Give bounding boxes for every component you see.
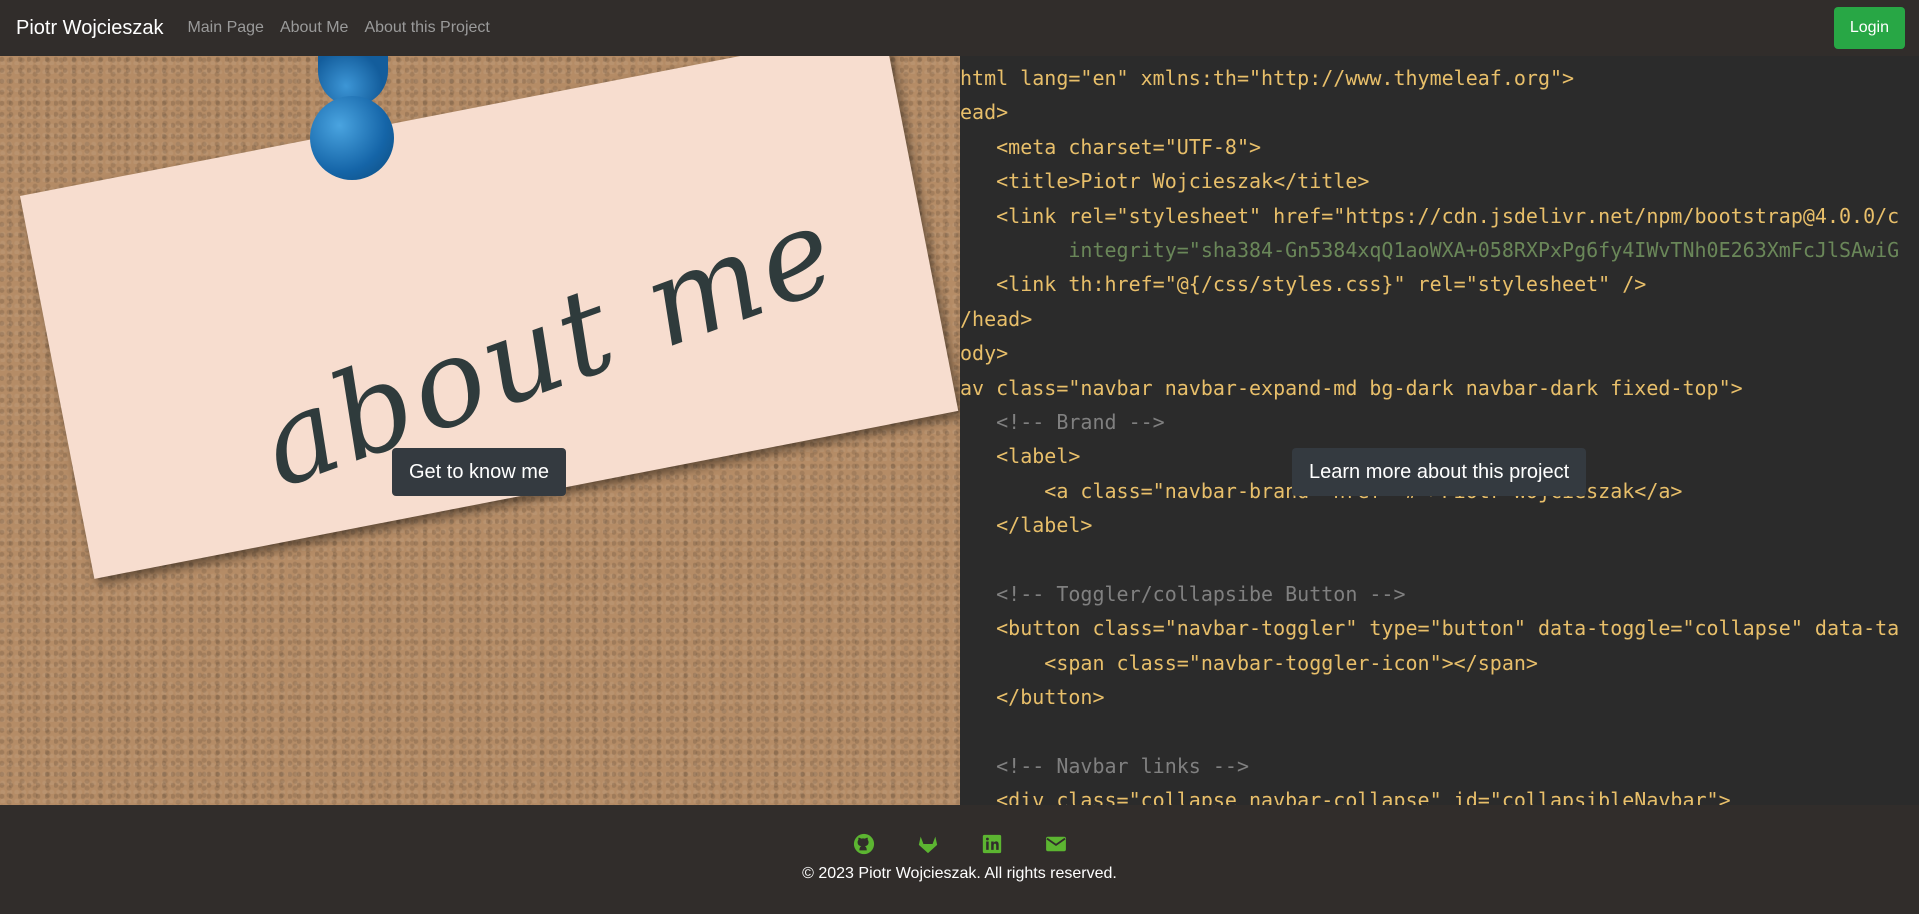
- code-line: /head>: [960, 306, 1033, 331]
- linkedin-icon[interactable]: [980, 832, 1004, 856]
- code-line: <!-- Navbar links -->: [960, 754, 1249, 778]
- login-button[interactable]: Login: [1833, 7, 1905, 49]
- code-line: html lang="en" xmlns:th="http://www.thym…: [960, 66, 1575, 90]
- code-line: ody>: [960, 341, 1009, 366]
- code-line: <title>Piotr Wojcieszak</title>: [960, 169, 1370, 194]
- social-links: [0, 832, 1919, 856]
- navbar-brand[interactable]: Piotr Wojcieszak: [16, 17, 163, 40]
- about-me-hero: about me Get to know me: [0, 56, 960, 805]
- code-line: av class="navbar navbar-expand-md bg-dar…: [960, 375, 1743, 400]
- code-line: <label>: [960, 444, 1081, 469]
- code-line: integrity="sha384-Gn5384xqQ1aoWXA+058RXP…: [960, 238, 1900, 262]
- code-line: ead>: [960, 100, 1009, 125]
- get-to-know-me-button[interactable]: Get to know me: [392, 448, 567, 496]
- project-code-hero: html lang="en" xmlns:th="http://www.thym…: [960, 56, 1919, 805]
- code-line: <meta charset="UTF-8">: [960, 134, 1262, 159]
- nav-link-about-project[interactable]: About this Project: [364, 19, 489, 37]
- copyright-text: © 2023 Piotr Wojcieszak. All rights rese…: [802, 865, 1117, 882]
- code-line: </button>: [960, 685, 1105, 710]
- github-icon[interactable]: [852, 832, 876, 856]
- code-line: <!-- Toggler/collapsibe Button -->: [960, 582, 1406, 606]
- gitlab-icon[interactable]: [916, 832, 940, 856]
- code-line: <link th:href="@{/css/styles.css}" rel="…: [960, 272, 1647, 297]
- nav-link-main-page[interactable]: Main Page: [187, 19, 264, 37]
- learn-more-project-button[interactable]: Learn more about this project: [1292, 448, 1587, 496]
- code-line: <link rel="stylesheet" href="https://cdn…: [960, 203, 1900, 228]
- paper-note: about me: [20, 56, 959, 579]
- code-line: </label>: [960, 513, 1093, 538]
- code-line: <!-- Brand -->: [960, 410, 1165, 434]
- envelope-icon[interactable]: [1044, 832, 1068, 856]
- navbar: Piotr Wojcieszak Main Page About Me Abou…: [0, 0, 1919, 56]
- code-line: <div class="collapse navbar-collapse" id…: [960, 788, 1731, 805]
- pushpin-head: [310, 96, 394, 180]
- footer: © 2023 Piotr Wojcieszak. All rights rese…: [0, 805, 1919, 914]
- code-line: <button class="navbar-toggler" type="but…: [960, 616, 1900, 641]
- code-line: <span class="navbar-toggler-icon"></span…: [960, 650, 1538, 675]
- nav-link-about-me[interactable]: About Me: [280, 19, 348, 37]
